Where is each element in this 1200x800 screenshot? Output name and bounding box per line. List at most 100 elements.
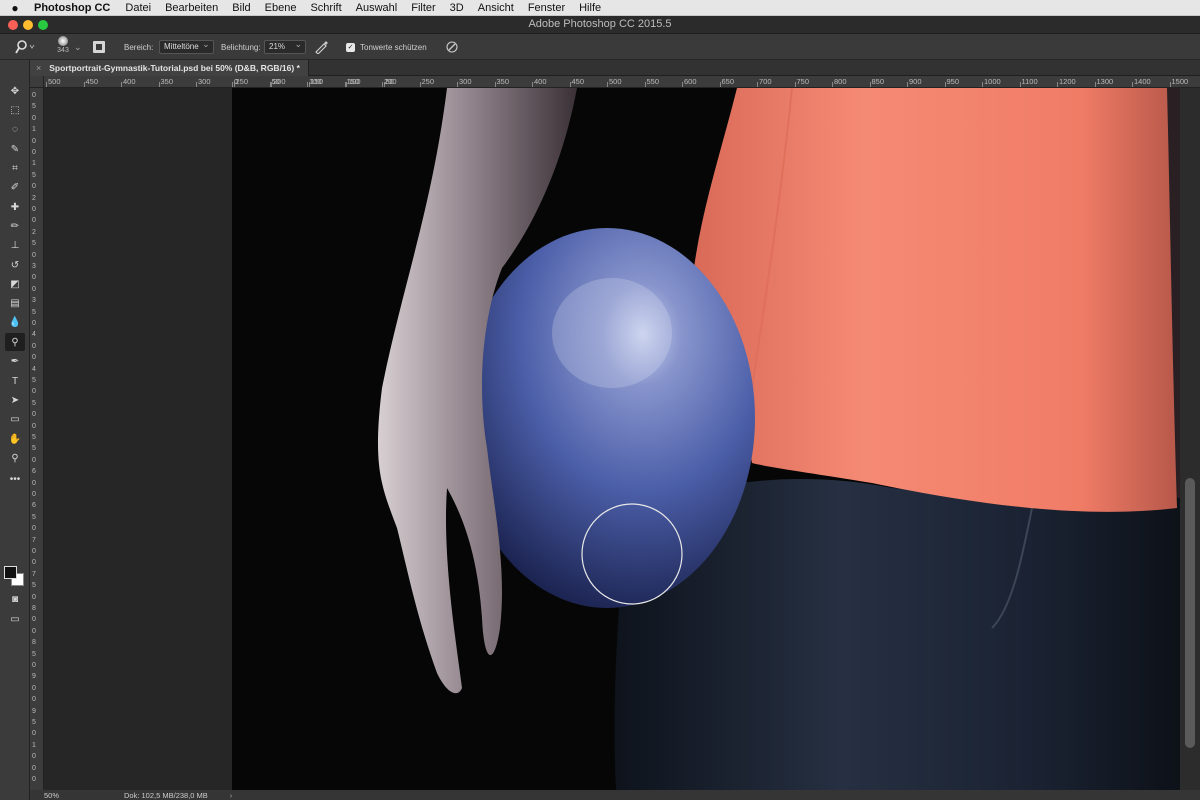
menu-auswahl[interactable]: Auswahl bbox=[349, 2, 405, 14]
ruler-v-label: 0 bbox=[32, 354, 36, 362]
brush-panel-toggle[interactable] bbox=[92, 34, 106, 60]
menu-app-name[interactable]: Photoshop CC bbox=[30, 2, 118, 14]
menu-datei[interactable]: Datei bbox=[118, 2, 158, 14]
ruler-h-label: 150 bbox=[346, 77, 360, 86]
hand-tool-icon[interactable]: ✋ bbox=[5, 430, 25, 448]
ruler-h-label: 550 bbox=[646, 77, 660, 86]
ruler-h-tick bbox=[907, 82, 908, 87]
eyedropper-tool-icon[interactable]: ✐ bbox=[5, 178, 25, 196]
status-menu-arrow-icon[interactable]: › bbox=[230, 791, 233, 800]
exposure-input[interactable]: 21% bbox=[264, 38, 306, 54]
ruler-v-label: 0 bbox=[32, 114, 36, 122]
horizontal-ruler[interactable]: 500 450 400 350 300 250 200 150 100 50 0 50 100 150 20… bbox=[44, 76, 1200, 88]
ruler-v-label: 0 bbox=[32, 411, 36, 419]
menu-filter[interactable]: Filter bbox=[404, 2, 442, 14]
path-selection-tool-icon[interactable]: ➤ bbox=[5, 391, 25, 409]
ruler-v-label: 3 bbox=[32, 297, 36, 305]
menu-3d[interactable]: 3D bbox=[443, 2, 471, 14]
ruler-v-label: 1 bbox=[32, 741, 36, 749]
quick-mask-icon[interactable]: ◙ bbox=[5, 590, 25, 608]
ruler-h-tick bbox=[1094, 82, 1096, 87]
ruler-h-label: 450 bbox=[571, 77, 585, 86]
menu-hilfe[interactable]: Hilfe bbox=[572, 2, 608, 14]
history-brush-tool-icon[interactable]: ↺ bbox=[5, 256, 25, 274]
ruler-v-label: 0 bbox=[32, 627, 36, 635]
move-tool-icon[interactable]: ✥ bbox=[5, 82, 25, 100]
rectangle-tool-icon[interactable]: ▭ bbox=[5, 410, 25, 428]
ruler-v-label: 0 bbox=[32, 662, 36, 669]
zoom-level[interactable]: 50% bbox=[44, 791, 92, 800]
apple-icon[interactable]: ● bbox=[0, 1, 30, 15]
type-tool-icon[interactable]: T bbox=[5, 372, 25, 390]
screen-mode-icon[interactable]: ▭ bbox=[5, 610, 25, 628]
protect-tones-label: Tonwerte schützen bbox=[360, 42, 427, 52]
ruler-h-tick bbox=[382, 82, 383, 87]
ruler-v-label: 0 bbox=[32, 491, 36, 498]
ruler-h-label: 1400 bbox=[1134, 77, 1151, 86]
ruler-origin[interactable] bbox=[30, 76, 44, 88]
ruler-h-label: 500 bbox=[48, 77, 61, 86]
vertical-ruler[interactable]: 0 5 0 1 0 0 1 5 0 2 0 0 2 5 0 3 0 0 3 5 0 4 0 0 4 5 0 5 0 0 5 5 0 6 0 0 6 5 0 7… bbox=[30, 88, 44, 790]
tool-preset-picker[interactable] bbox=[14, 34, 36, 60]
ruler-v-label: 7 bbox=[32, 536, 36, 544]
ruler-v-label: 5 bbox=[32, 240, 36, 248]
crop-tool-icon[interactable]: ⌗ bbox=[5, 159, 25, 177]
ruler-h-tick bbox=[307, 82, 308, 87]
protect-tones-checkbox[interactable]: ✓ bbox=[346, 42, 355, 52]
ruler-v-label: 0 bbox=[32, 776, 36, 783]
menu-ansicht[interactable]: Ansicht bbox=[471, 2, 521, 14]
ruler-h-label: 1200 bbox=[1059, 77, 1076, 86]
zoom-tool-icon[interactable]: ⚲ bbox=[5, 449, 25, 467]
healing-brush-tool-icon[interactable]: ✚ bbox=[5, 198, 25, 216]
brush-preset-picker[interactable]: 343 bbox=[52, 36, 74, 58]
menu-bearbeiten[interactable]: Bearbeiten bbox=[158, 2, 225, 14]
airbrush-toggle[interactable] bbox=[314, 34, 330, 60]
ruler-h-tick bbox=[607, 82, 608, 87]
vertical-scrollbar[interactable] bbox=[1180, 88, 1200, 790]
quick-selection-tool-icon[interactable]: ✎ bbox=[5, 140, 25, 158]
ruler-h-label: 800 bbox=[834, 77, 847, 86]
ruler-h-tick bbox=[1057, 82, 1058, 87]
marquee-tool-icon[interactable]: ⬚ bbox=[5, 101, 25, 119]
ruler-v-label: 0 bbox=[32, 388, 36, 396]
brush-tip-icon bbox=[58, 36, 68, 46]
foreground-color-swatch[interactable] bbox=[4, 566, 17, 579]
clone-stamp-tool-icon[interactable]: ⊥ bbox=[5, 236, 25, 254]
menu-bild[interactable]: Bild bbox=[225, 2, 257, 14]
window-title: Adobe Photoshop CC 2015.5 bbox=[528, 18, 672, 30]
vertical-scroll-thumb[interactable] bbox=[1185, 478, 1195, 748]
ruler-h-tick bbox=[344, 82, 346, 87]
ruler-v-label: 0 bbox=[32, 616, 36, 624]
ruler-h-label: 100 bbox=[309, 77, 322, 86]
tools-panel: ✥ ⬚ ◌ ✎ ⌗ ✐ ✚ ✏ ⊥ ↺ ◩ ▤ 💧 ⚲ ✒ T ➤ ▭ ✋ ⚲ ••• ◙ ▭ bbox=[0, 60, 30, 800]
gradient-tool-icon[interactable]: ▤ bbox=[5, 294, 25, 312]
eraser-tool-icon[interactable]: ◩ bbox=[5, 275, 25, 293]
menu-ebene[interactable]: Ebene bbox=[258, 2, 304, 14]
document-tab[interactable]: × Sportportrait-Gymnastik-Tutorial.psd b… bbox=[30, 60, 309, 76]
dodge-tool-icon[interactable]: ⚲ bbox=[5, 333, 25, 351]
close-tab-icon[interactable]: × bbox=[36, 63, 41, 73]
brush-panel-icon bbox=[93, 41, 105, 53]
lasso-tool-icon[interactable]: ◌ bbox=[5, 120, 25, 138]
ruler-v-label: 5 bbox=[32, 308, 36, 316]
ruler-v-label: 5 bbox=[32, 445, 36, 453]
ruler-v-label: 0 bbox=[32, 285, 36, 293]
edit-toolbar-icon[interactable]: ••• bbox=[5, 470, 25, 488]
document-canvas[interactable] bbox=[232, 88, 1180, 790]
brush-tool-icon[interactable]: ✏ bbox=[5, 217, 25, 235]
ruler-v-label: 0 bbox=[32, 422, 36, 430]
ruler-h-label: 350 bbox=[160, 77, 174, 86]
range-select[interactable]: Mitteltöne bbox=[159, 38, 214, 54]
pen-tool-icon[interactable]: ✒ bbox=[5, 352, 25, 370]
brush-picker-chevron-icon[interactable]: ⌄ bbox=[74, 34, 82, 60]
ruler-v-label: 0 bbox=[32, 251, 36, 259]
document-info: Dok: 102,5 MB/238,0 MB bbox=[124, 790, 208, 800]
range-label: Bereich: bbox=[124, 42, 154, 52]
menu-schrift[interactable]: Schrift bbox=[303, 2, 348, 14]
ruler-v-label: 8 bbox=[32, 639, 36, 647]
blur-tool-icon[interactable]: 💧 bbox=[5, 313, 25, 331]
pressure-size-toggle[interactable] bbox=[444, 34, 460, 60]
ruler-h-tick bbox=[944, 82, 946, 87]
menu-fenster[interactable]: Fenster bbox=[521, 2, 572, 14]
ruler-h-label: 700 bbox=[759, 77, 772, 86]
